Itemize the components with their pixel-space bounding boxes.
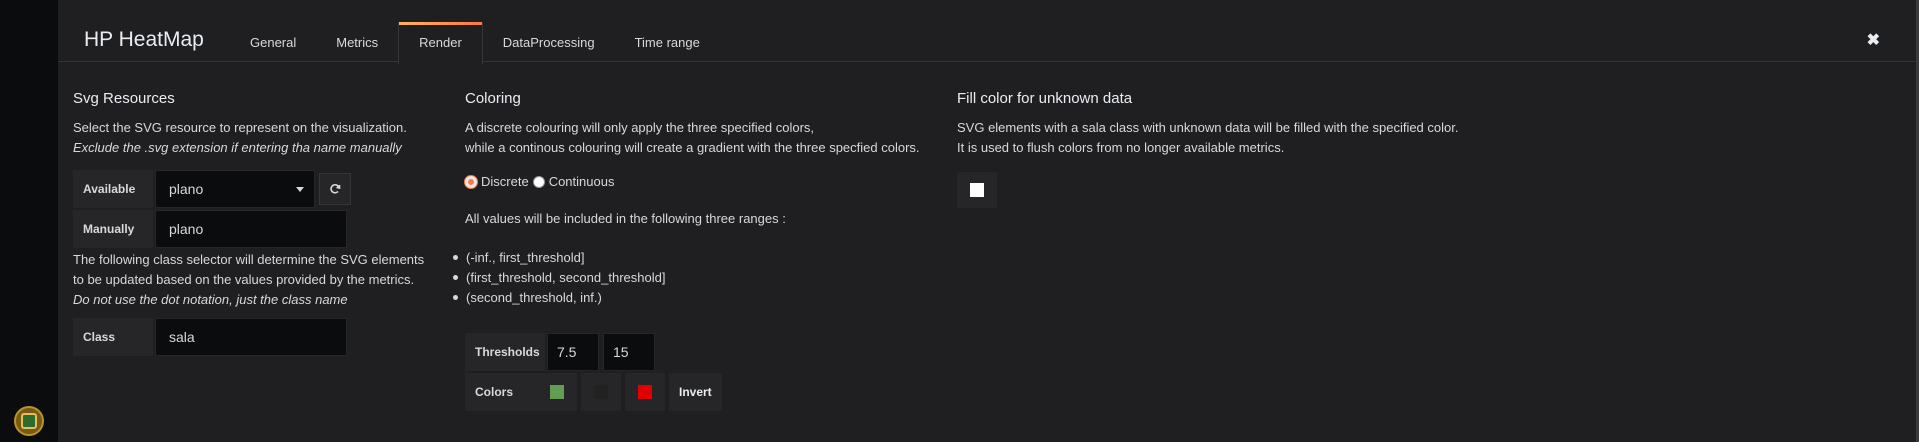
tab-general[interactable]: General <box>230 22 316 63</box>
list-item: (first_threshold, second_threshold] <box>453 267 925 287</box>
refresh-icon <box>330 184 341 194</box>
available-select[interactable]: plano <box>155 170 315 208</box>
continuous-radio[interactable] <box>532 175 545 188</box>
available-value: plano <box>169 181 204 197</box>
class-input[interactable]: sala <box>155 318 347 356</box>
class-desc-1: The following class selector will determ… <box>73 252 425 267</box>
manually-label: Manually <box>73 210 155 248</box>
editor-tabs: General Metrics Render DataProcessing Ti… <box>230 22 720 64</box>
color-high-picker[interactable] <box>625 373 665 411</box>
close-icon[interactable]: ✖ <box>1867 30 1880 50</box>
coloring-title: Coloring <box>465 90 521 107</box>
refresh-button[interactable] <box>319 173 351 205</box>
svg-resources-section: Svg Resources Select the SVG resource to… <box>73 90 425 356</box>
fill-unknown-desc-2: It is used to flush colors from no longe… <box>957 140 1285 155</box>
colors-row: Colors Invert <box>465 373 925 411</box>
class-desc-3: Do not use the dot notation, just the cl… <box>73 292 348 307</box>
thresholds-row: Thresholds 7.5 15 <box>465 333 925 371</box>
ranges-list: (-inf., first_threshold] (first_threshol… <box>453 247 925 307</box>
threshold-2-input[interactable]: 15 <box>603 333 655 371</box>
list-item: (second_threshold, inf.) <box>453 287 925 307</box>
coloring-desc-2: while a continous colouring will create … <box>465 140 920 155</box>
color-mid-swatch <box>594 385 608 399</box>
threshold-1-input[interactable]: 7.5 <box>547 333 599 371</box>
color-high-swatch <box>638 385 652 399</box>
coloring-mode: Discrete Continuous <box>465 174 925 189</box>
side-menu <box>0 0 58 442</box>
tab-render[interactable]: Render <box>398 22 483 64</box>
list-item: (-inf., first_threshold] <box>453 247 925 267</box>
svg-resources-desc: Select the SVG resource to represent on … <box>73 120 407 135</box>
ranges-intro: All values will be included in the follo… <box>465 211 786 226</box>
invert-button[interactable]: Invert <box>669 373 722 411</box>
discrete-radio[interactable] <box>465 175 477 188</box>
tab-dataprocessing[interactable]: DataProcessing <box>483 22 615 63</box>
unknown-color-picker[interactable] <box>957 172 997 208</box>
tab-time-range[interactable]: Time range <box>615 22 720 63</box>
manually-input[interactable]: plano <box>155 210 347 248</box>
color-mid-picker[interactable] <box>581 373 621 411</box>
continuous-label: Continuous <box>548 174 615 189</box>
coloring-section: Coloring A discrete colouring will only … <box>453 90 925 411</box>
svg-resources-title: Svg Resources <box>73 90 175 107</box>
unknown-color-swatch <box>970 183 984 197</box>
manually-row: Manually plano <box>73 210 393 248</box>
chevron-down-icon <box>296 187 304 192</box>
panel-title: HP HeatMap <box>84 28 204 51</box>
svg-resources-hint: Exclude the .svg extension if entering t… <box>73 140 402 155</box>
user-avatar[interactable] <box>14 406 44 436</box>
coloring-desc-1: A discrete colouring will only apply the… <box>465 120 815 135</box>
thresholds-label: Thresholds <box>465 333 547 371</box>
available-label: Available <box>73 170 155 208</box>
fill-unknown-desc-1: SVG elements with a sala class with unkn… <box>957 120 1459 135</box>
class-row: Class sala <box>73 318 393 356</box>
class-label: Class <box>73 318 155 356</box>
color-low-picker[interactable] <box>537 373 577 411</box>
color-low-swatch <box>550 385 564 399</box>
tab-metrics[interactable]: Metrics <box>316 22 398 63</box>
panel-editor: HP HeatMap General Metrics Render DataPr… <box>58 0 1916 442</box>
fill-unknown-section: Fill color for unknown data SVG elements… <box>957 90 1517 208</box>
discrete-label: Discrete <box>481 174 529 189</box>
class-desc-2: to be updated based on the values provid… <box>73 272 415 287</box>
colors-label: Colors <box>465 373 543 411</box>
fill-unknown-title: Fill color for unknown data <box>957 90 1133 107</box>
editor-header: HP HeatMap General Metrics Render DataPr… <box>58 0 1916 64</box>
available-row: Available plano <box>73 170 393 208</box>
